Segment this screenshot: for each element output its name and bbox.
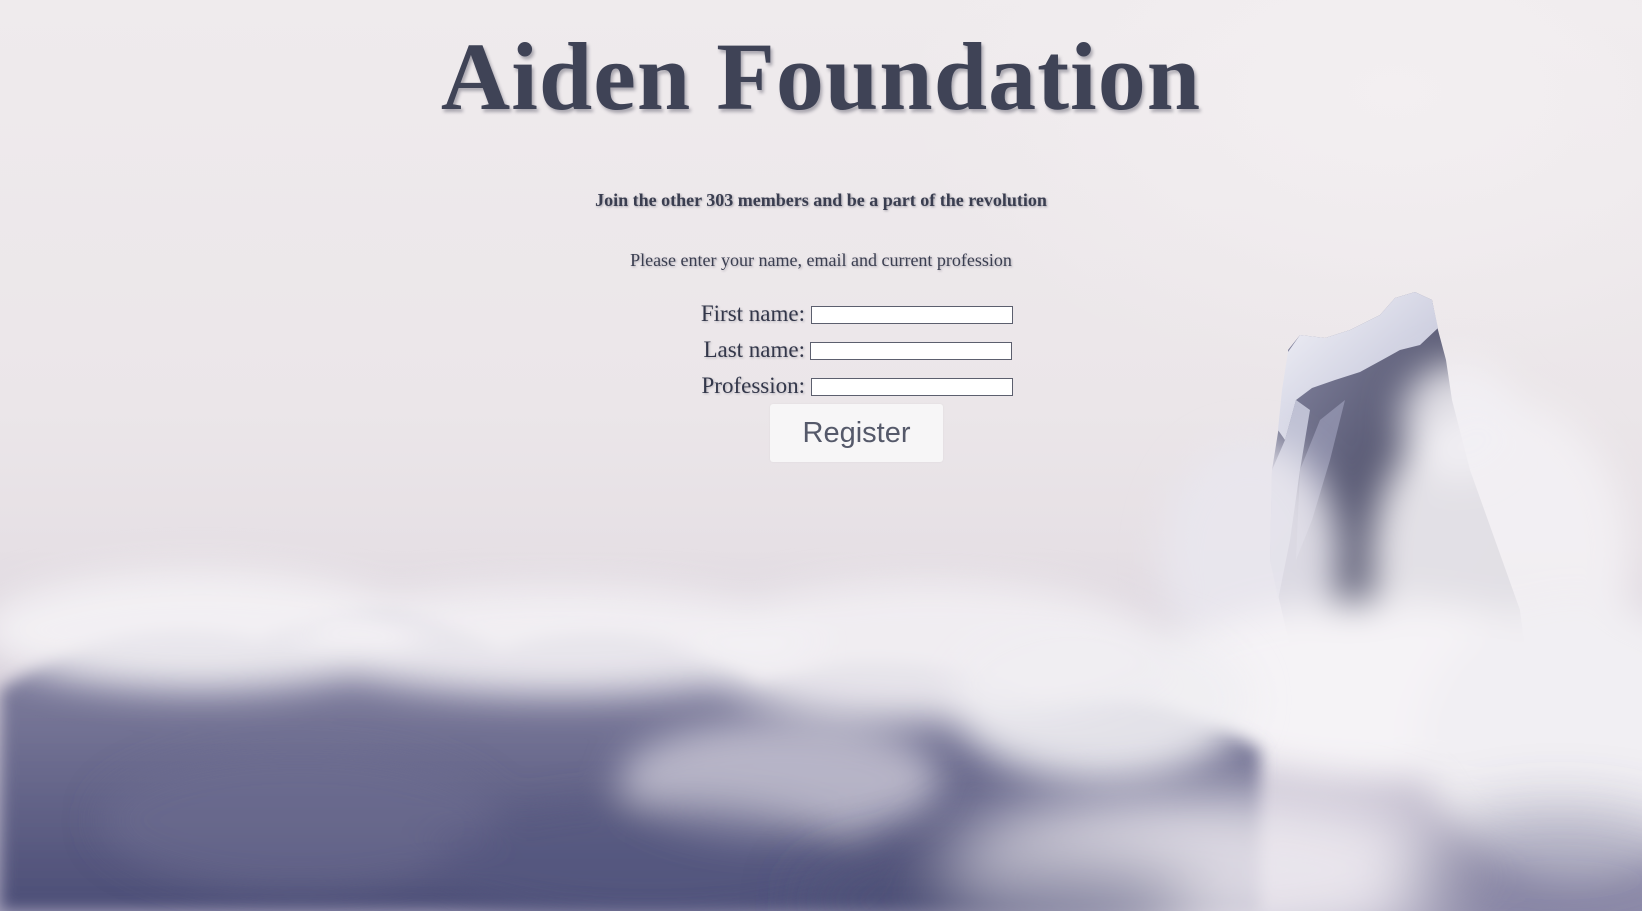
first-name-label: First name: — [700, 301, 805, 326]
last-name-label: Last name: — [703, 337, 805, 362]
page-title: Aiden Foundation — [440, 23, 1202, 130]
last-name-row: Last name: — [0, 334, 1642, 370]
form-instructions: Please enter your name, email and curren… — [630, 250, 1012, 270]
profession-row: Profession: — [0, 370, 1642, 406]
member-count-tagline: Join the other 303 members and be a part… — [595, 190, 1047, 210]
profession-input[interactable] — [811, 378, 1013, 396]
first-name-row: First name: — [0, 298, 1642, 334]
registration-form: First name: Last name: Profession: — [0, 298, 1642, 406]
profession-label: Profession: — [701, 373, 806, 398]
register-button[interactable]: Register — [770, 404, 943, 462]
first-name-input[interactable] — [811, 306, 1013, 324]
last-name-input[interactable] — [810, 342, 1012, 360]
